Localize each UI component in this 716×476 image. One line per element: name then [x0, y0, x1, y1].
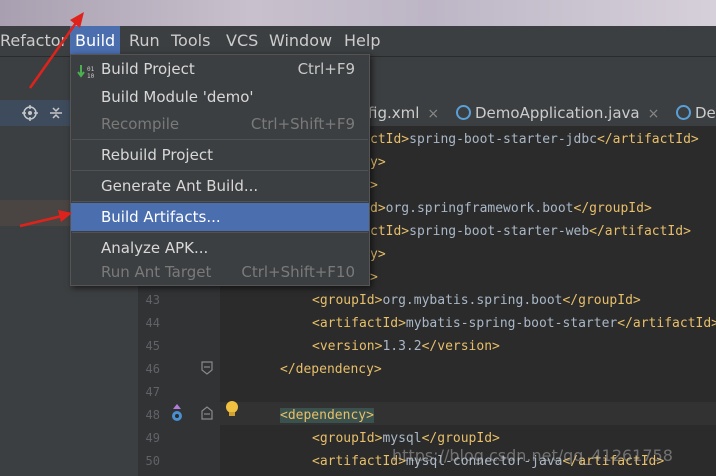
project-panel-header — [0, 100, 70, 126]
menu-item-recompile[interactable]: Recompile Ctrl+Shift+F9 — [71, 110, 369, 138]
menu-item-generate-ant-build[interactable]: Generate Ant Build... — [71, 172, 369, 200]
menu-item-build-project[interactable]: 01 10 Build Project Ctrl+F9 — [71, 55, 369, 83]
annotation-arrow-build-menu — [28, 12, 84, 89]
code-line: 47 — [145, 385, 160, 399]
java-class-icon — [456, 105, 471, 120]
menu-window[interactable]: Window — [264, 26, 337, 56]
menu-item-run-ant-target[interactable]: Run Ant Target Ctrl+Shift+F10 — [71, 258, 369, 286]
code-line: 45 <version>1.3.2</version> — [145, 339, 500, 354]
menu-vcs[interactable]: VCS — [221, 26, 263, 56]
watermark: https://blog.csdn.net/qq_41261758 — [392, 446, 673, 465]
tab-label: DemoApplication.java — [475, 104, 640, 122]
close-icon[interactable]: × — [648, 106, 660, 122]
code-line: 44 <artifactId>mybatis-spring-boot-starte… — [145, 316, 716, 331]
fold-icon[interactable] — [199, 406, 215, 423]
tab-label: fig.xml — [368, 104, 420, 122]
menu-separator — [72, 139, 368, 140]
java-class-icon — [676, 105, 691, 120]
menu-separator — [72, 232, 368, 233]
menu-item-rebuild-project[interactable]: Rebuild Project — [71, 141, 369, 169]
menu-separator — [72, 170, 368, 171]
main-menubar: Refactor Build Run Tools VCS Window Help — [0, 26, 716, 56]
tab-de[interactable]: De — [676, 100, 716, 126]
menu-separator — [72, 201, 368, 202]
code-line: 48 <dependency> — [145, 408, 374, 423]
fold-icon[interactable] — [199, 361, 215, 378]
lightbulb-icon[interactable] — [224, 400, 240, 421]
code-line: 43 <groupId>org.mybatis.spring.boot</grou… — [145, 293, 641, 308]
menu-help[interactable]: Help — [339, 26, 385, 56]
annotation-arrow-build-artifacts — [19, 210, 72, 228]
build-menu-dropdown: 01 10 Build Project Ctrl+F9 Build Module … — [70, 54, 370, 286]
target-icon[interactable] — [22, 105, 38, 121]
tab-config-xml[interactable]: fig.xml × — [368, 100, 439, 126]
menu-item-build-module[interactable]: Build Module 'demo' — [71, 83, 369, 111]
collapse-icon[interactable] — [48, 105, 64, 121]
maven-dependency-icon[interactable] — [169, 404, 185, 425]
code-line: 46 </dependency> — [145, 362, 382, 377]
menu-tools[interactable]: Tools — [166, 26, 215, 56]
menu-run[interactable]: Run — [124, 26, 165, 56]
window-titlebar — [0, 0, 716, 26]
menu-item-build-artifacts[interactable]: Build Artifacts... — [71, 203, 369, 231]
tab-label: De — [695, 104, 716, 122]
tab-demo-application[interactable]: DemoApplication.java × — [456, 100, 659, 126]
close-icon[interactable]: × — [427, 106, 439, 122]
